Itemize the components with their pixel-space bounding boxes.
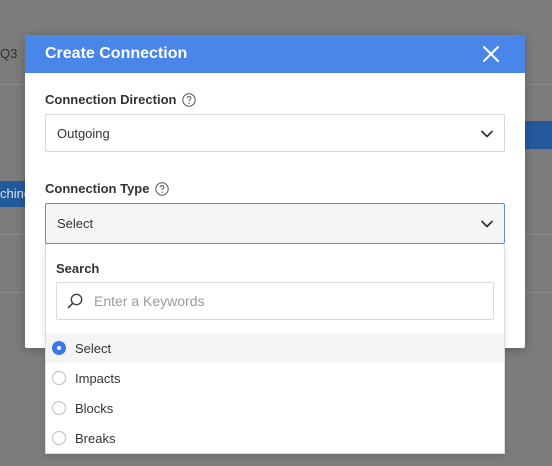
- search-input[interactable]: [92, 292, 476, 310]
- close-icon: [483, 46, 499, 62]
- radio-button[interactable]: [52, 401, 66, 415]
- connection-direction-select[interactable]: Outgoing: [45, 114, 505, 152]
- option-label: Select: [75, 340, 112, 356]
- background-button-right: [524, 121, 552, 149]
- option-label: Blocks: [75, 400, 114, 416]
- connection-type-label: Connection Type: [45, 181, 170, 196]
- chevron-down-icon: [481, 220, 493, 228]
- option-breaks[interactable]: Breaks: [46, 423, 504, 453]
- option-impacts[interactable]: Impacts: [46, 363, 504, 393]
- modal-title: Create Connection: [45, 45, 188, 62]
- connection-direction-label-text: Connection Direction: [45, 92, 177, 107]
- connection-direction-label: Connection Direction: [45, 92, 197, 107]
- radio-button-checked[interactable]: [52, 341, 66, 355]
- radio-button[interactable]: [52, 431, 66, 445]
- chevron-down-icon: [481, 130, 493, 138]
- search-label: Search: [56, 261, 100, 276]
- connection-type-value: Select: [57, 216, 94, 231]
- option-select[interactable]: Select: [46, 333, 504, 363]
- modal-header: Create Connection: [25, 35, 525, 73]
- connection-type-dropdown: Search Select Impacts Blocks Breaks: [45, 244, 505, 454]
- help-icon[interactable]: [155, 181, 170, 196]
- background-column-label: Q3: [0, 46, 18, 61]
- option-label: Impacts: [75, 370, 121, 386]
- help-icon[interactable]: [182, 92, 197, 107]
- connection-type-label-text: Connection Type: [45, 181, 150, 196]
- background-button: chine: [0, 181, 26, 207]
- option-blocks[interactable]: Blocks: [46, 393, 504, 423]
- search-icon: [67, 293, 83, 309]
- radio-button[interactable]: [52, 371, 66, 385]
- connection-type-select[interactable]: Select: [45, 203, 505, 244]
- close-button[interactable]: [481, 44, 501, 64]
- search-box: [56, 282, 494, 320]
- connection-direction-value: Outgoing: [57, 125, 110, 141]
- option-label: Breaks: [75, 430, 116, 446]
